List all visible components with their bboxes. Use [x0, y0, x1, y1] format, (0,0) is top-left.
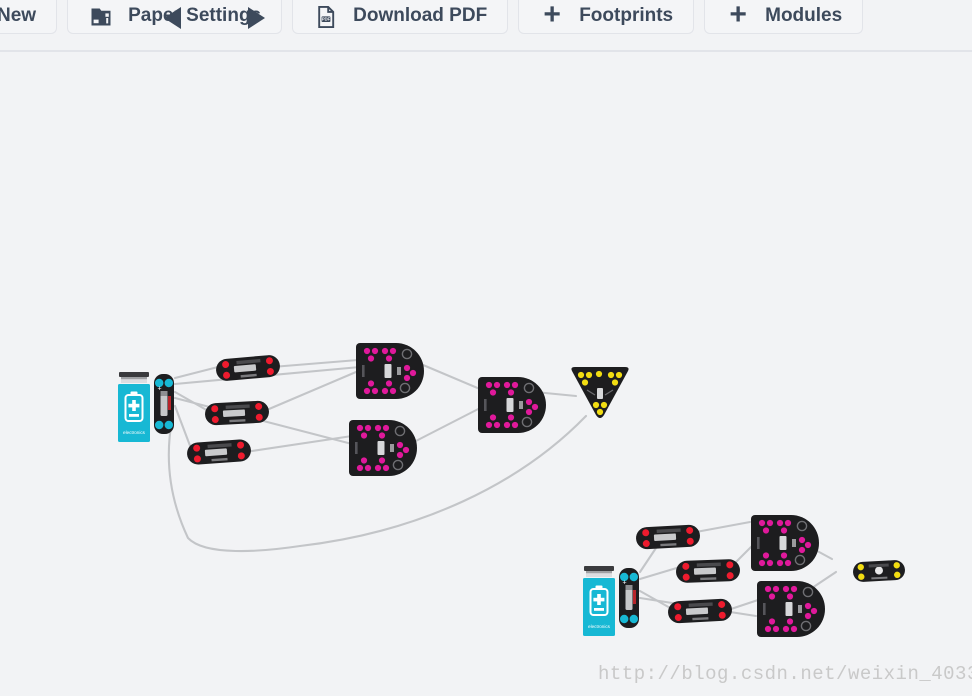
- coincell-holder[interactable]: [154, 374, 174, 434]
- new-button-label: New: [0, 4, 37, 26]
- battery-pack-2[interactable]: [582, 565, 616, 637]
- footprints-button-label: Footprints: [579, 4, 674, 26]
- coincell-holder-2[interactable]: [619, 568, 639, 628]
- pdf-file-icon: PDF: [313, 4, 339, 30]
- svg-text:PDF: PDF: [322, 16, 331, 21]
- modules-button-label: Modules: [765, 4, 843, 26]
- download-pdf-button[interactable]: PDF Download PDF: [292, 0, 509, 34]
- sensor-board-3[interactable]: [186, 438, 252, 466]
- circuit-canvas[interactable]: + electronics: [0, 52, 972, 696]
- watermark-text: http://blog.csdn.net/weixin_40334756: [598, 663, 972, 685]
- logic-board-3[interactable]: [750, 514, 820, 572]
- sensor-board-6[interactable]: [667, 598, 733, 624]
- new-button[interactable]: New: [0, 0, 58, 34]
- download-pdf-button-label: Download PDF: [353, 4, 488, 26]
- sensor-board-1[interactable]: [215, 354, 281, 382]
- sensor-board-4[interactable]: [635, 524, 701, 550]
- output-board-2[interactable]: [852, 559, 906, 583]
- modules-button[interactable]: + Modules: [704, 0, 864, 34]
- output-board[interactable]: [477, 376, 547, 434]
- plus-icon: +: [543, 0, 561, 31]
- paper-settings-button[interactable]: Paper Settings: [67, 0, 283, 34]
- circuit-group-right[interactable]: [582, 514, 906, 638]
- sensor-board-5[interactable]: [675, 558, 741, 584]
- triangle-board[interactable]: [570, 366, 630, 419]
- logic-board-2[interactable]: [348, 419, 418, 477]
- circuit-svg: + electronics: [117, 342, 906, 638]
- main-toolbar: New Paper Settings PDF Download PDF + Fo…: [0, 0, 972, 41]
- plus-icon: +: [729, 0, 747, 31]
- app-root: New Paper Settings PDF Download PDF + Fo…: [0, 0, 972, 696]
- paper-settings-icon: [88, 4, 114, 30]
- sensor-board-2[interactable]: [204, 400, 270, 426]
- footprints-button[interactable]: + Footprints: [518, 0, 695, 34]
- battery-pack[interactable]: [117, 371, 151, 443]
- logic-board-1[interactable]: [355, 342, 425, 400]
- circuit-group-left[interactable]: [117, 342, 630, 477]
- paper-settings-button-label: Paper Settings: [128, 4, 262, 26]
- logic-board-4[interactable]: [756, 580, 826, 638]
